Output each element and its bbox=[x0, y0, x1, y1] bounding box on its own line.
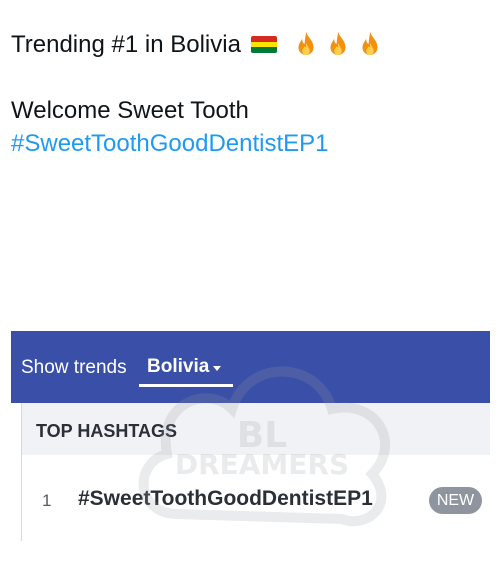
card-header: TOP HASHTAGS bbox=[22, 403, 490, 455]
show-trends-label: Show trends bbox=[21, 357, 127, 378]
trend-hashtag[interactable]: #SweetToothGoodDentistEP1 bbox=[78, 487, 373, 511]
trend-rank: 1 bbox=[42, 491, 52, 510]
hashtag-link[interactable]: #SweetToothGoodDentistEP1 bbox=[11, 127, 491, 160]
fire-icon bbox=[362, 30, 378, 55]
trending-text: Trending #1 in Bolivia bbox=[11, 31, 241, 58]
trends-bar: Show trends Bolivia bbox=[11, 331, 490, 403]
fire-icon bbox=[298, 30, 314, 55]
tweet-text: Trending #1 in Bolivia Welcome Sweet Too… bbox=[11, 28, 491, 160]
section-title: TOP HASHTAGS bbox=[36, 421, 178, 441]
country-label: Bolivia bbox=[147, 356, 210, 377]
hashtags-card: TOP HASHTAGS 1 #SweetToothGoodDentistEP1… bbox=[21, 403, 490, 541]
fire-icon bbox=[330, 30, 346, 55]
tweet-line-trending: Trending #1 in Bolivia bbox=[11, 28, 491, 61]
country-dropdown[interactable]: Bolivia bbox=[139, 347, 233, 387]
trend-row[interactable]: 1 #SweetToothGoodDentistEP1 NEW bbox=[22, 479, 490, 525]
chevron-down-icon bbox=[213, 366, 221, 371]
active-underline bbox=[139, 384, 233, 387]
new-badge: NEW bbox=[429, 487, 482, 514]
trends-widget: Show trends Bolivia TOP HASHTAGS 1 #Swee… bbox=[11, 331, 490, 541]
bolivia-flag-icon bbox=[250, 36, 277, 53]
welcome-text: Welcome Sweet Tooth bbox=[11, 97, 249, 124]
